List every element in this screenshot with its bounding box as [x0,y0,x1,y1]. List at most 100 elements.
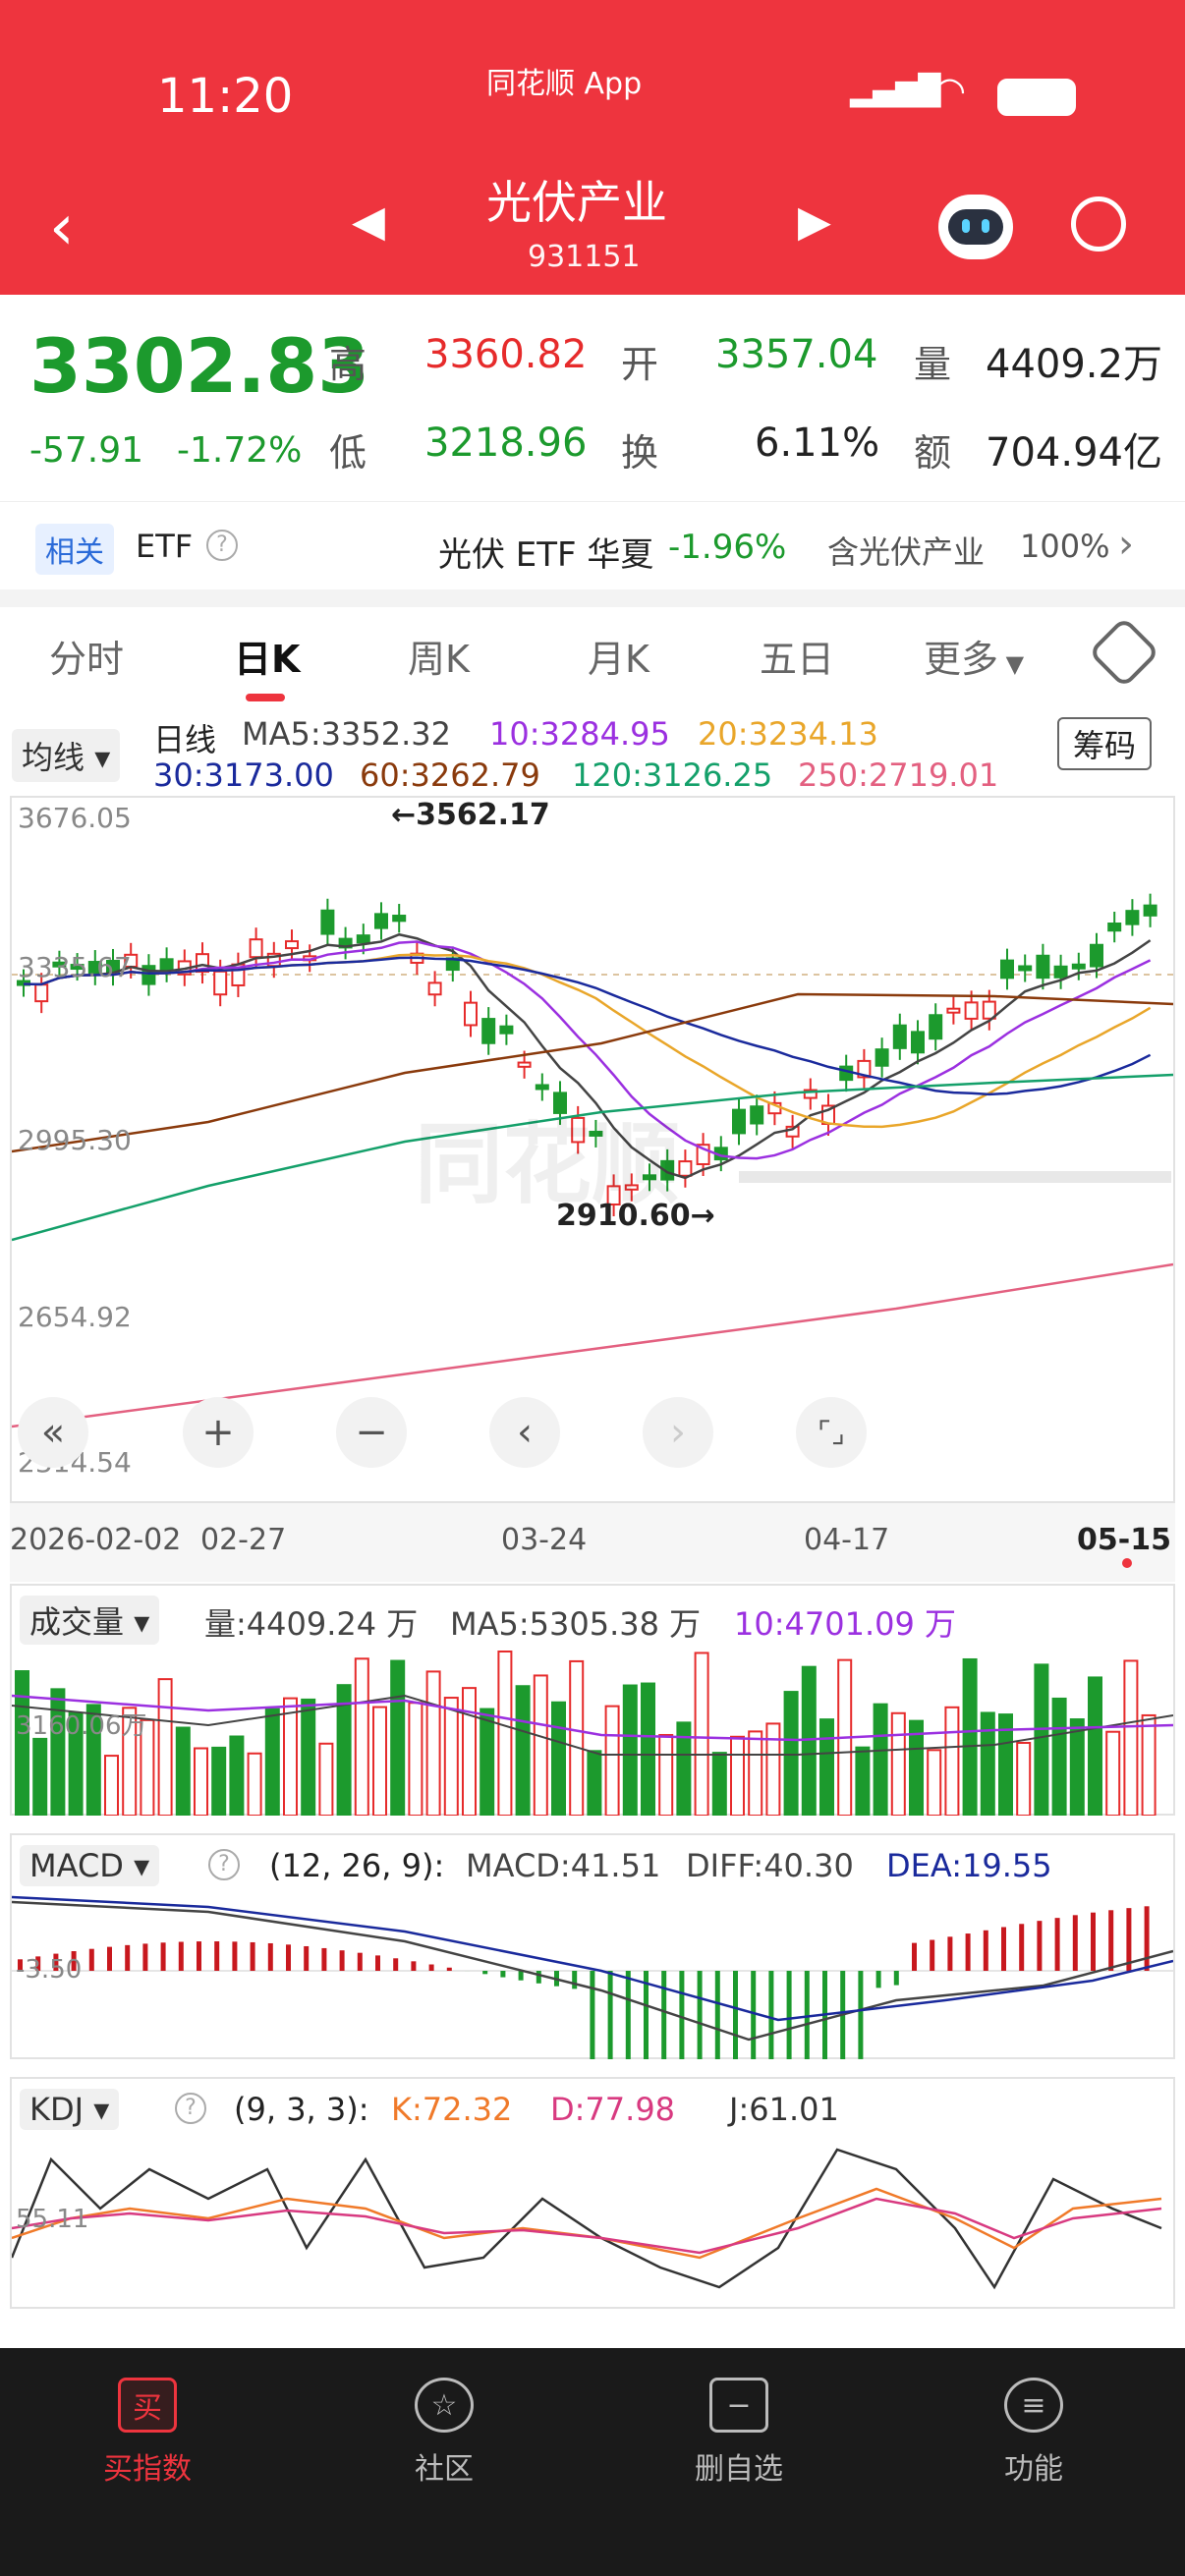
pan-left-icon[interactable]: ‹ [489,1397,560,1468]
d-line [12,2197,1162,2255]
tab-weekly-k[interactable]: 周K [408,629,470,683]
related-row[interactable]: 相关 ETF ? 光伏 ETF 华夏 -1.96% 含光伏产业 100% › [0,501,1185,589]
tab-minute[interactable]: 分时 [49,629,124,683]
next-arrow-icon[interactable]: ▶ [798,196,831,247]
macd-value: MACD:41.51 [466,1847,661,1884]
chip-band [739,1171,1171,1183]
low-label: 低 [329,431,367,475]
macd-bar [536,1971,541,1984]
macd-bar [1144,1906,1150,1971]
prev-arrow-icon[interactable]: ◀ [352,196,385,247]
help-icon[interactable]: ? [206,530,238,561]
tab-more[interactable]: 更多 ▼ [924,629,1024,683]
macd-help-icon[interactable]: ? [208,1849,240,1880]
candle [1125,910,1140,925]
kdj-dropdown-label: KDJ [29,2091,85,2128]
y-tick-4: 2654.92 [18,1301,132,1333]
search-icon[interactable] [1071,196,1126,252]
nav-community-label: 社区 [415,2452,474,2487]
volume-panel[interactable]: 成交量 ▾ 量:4409.24 万 MA5:5305.38 万 10:4701.… [10,1584,1175,1816]
macd-y-tick: -3.50 [16,1955,83,1985]
x-tick-5: 05-15 [1077,1523,1171,1557]
ma10-value: 10:3284.95 [489,715,670,753]
zoom-in-icon[interactable]: + [183,1397,254,1468]
macd-bar [500,1971,506,1978]
macd-bar [518,1971,524,1981]
volume-dropdown[interactable]: 成交量 ▾ [20,1596,160,1645]
macd-bar [214,1941,220,1971]
volume-bar [962,1657,978,1816]
volume-bar [318,1742,334,1816]
volume-bar [765,1722,781,1816]
low-value: 3218.96 [424,420,588,466]
etf-fund-name[interactable]: 光伏 ETF 华夏 [438,528,653,576]
volume-bar [890,1711,906,1816]
candle [1143,904,1157,917]
chips-button[interactable]: 筹码 [1057,717,1153,770]
tab-five-day[interactable]: 五日 [760,629,834,683]
macd-bar [482,1971,488,1975]
buy-icon: 买 [118,2378,177,2433]
kdj-help-icon[interactable]: ? [175,2093,206,2124]
high-value: 3360.82 [424,332,588,377]
macd-bar [1001,1927,1006,1971]
collapse-icon[interactable]: « [18,1397,88,1468]
candle [1090,943,1103,968]
divider [0,589,1185,607]
volume-bar [855,1746,871,1816]
nav-community[interactable]: ☆ 社区 [346,2368,542,2488]
volume-bar [801,1665,817,1816]
volume-bar [157,1678,173,1816]
etf-fund-change: -1.96% [668,528,787,567]
nav-functions[interactable]: ≡ 功能 [935,2368,1132,2488]
tab-monthly-k[interactable]: 月K [588,629,649,683]
candle [464,1001,478,1027]
macd-bar [912,1942,917,1971]
macd-bar [125,1944,131,1971]
macd-bar [768,1971,774,2059]
volume-bar [408,1702,423,1816]
kline-chart[interactable]: 3676.05 3335.67 2995.30 2654.92 2314.54 … [10,796,1175,1503]
volume-bar [247,1752,262,1816]
price-change: -57.91 [29,430,144,471]
open-label: 开 [621,343,659,386]
chevron-right-icon[interactable]: › [1118,522,1134,567]
macd-bar [1019,1924,1025,1971]
volume-bar [819,1718,834,1816]
ma-dropdown[interactable]: 均线 ▾ [12,729,121,782]
volume-bar [694,1652,709,1816]
zoom-out-icon[interactable]: − [336,1397,407,1468]
kdj-dropdown[interactable]: KDJ ▾ [20,2089,120,2130]
robot-assistant-icon[interactable] [938,195,1013,259]
pan-right-icon[interactable]: › [643,1397,713,1468]
quote-panel: 3302.83 -57.91 -1.72% 高 3360.82 开 3357.0… [0,295,1185,501]
tab-daily-k[interactable]: 日K [234,629,300,683]
ma-dropdown-label: 均线 [22,739,85,776]
macd-bar [714,1971,720,2059]
ma20-value: 20:3234.13 [698,715,878,753]
settings-hexagon-icon[interactable] [1088,616,1160,689]
volume-bar [551,1701,566,1816]
volume-bar [354,1657,369,1816]
y-tick-1: 3676.05 [18,802,132,834]
volume-bar [1051,1697,1067,1816]
macd-panel[interactable]: MACD ▾ ? (12, 26, 9): MACD:41.51 DIFF:40… [10,1833,1175,2059]
macd-dropdown[interactable]: MACD ▾ [20,1845,160,1886]
nav-buy-index[interactable]: 买买指数 [49,2368,246,2488]
volume-bar [1034,1663,1049,1816]
kdj-panel[interactable]: KDJ ▾ ? (9, 3, 3): K:72.32 D:77.98 J:61.… [10,2077,1175,2309]
volume-y-tick: 3160.06万 [16,1711,147,1741]
fullscreen-icon[interactable]: ⌜⌟ [796,1397,867,1468]
nav-remove-watchlist[interactable]: − 删自选 [641,2368,837,2488]
macd-bar [321,1947,327,1971]
back-icon[interactable]: ‹ [49,192,75,264]
x-tick-4: 04-17 [804,1523,890,1557]
volume-bar [515,1685,531,1816]
macd-bar [160,1942,166,1971]
macd-bar [697,1971,703,2059]
macd-bar [983,1930,988,1971]
turnover-value: 6.11% [755,420,880,466]
candle [929,1014,943,1040]
wifi-icon: ◠ [933,69,967,112]
candle [517,1061,532,1068]
